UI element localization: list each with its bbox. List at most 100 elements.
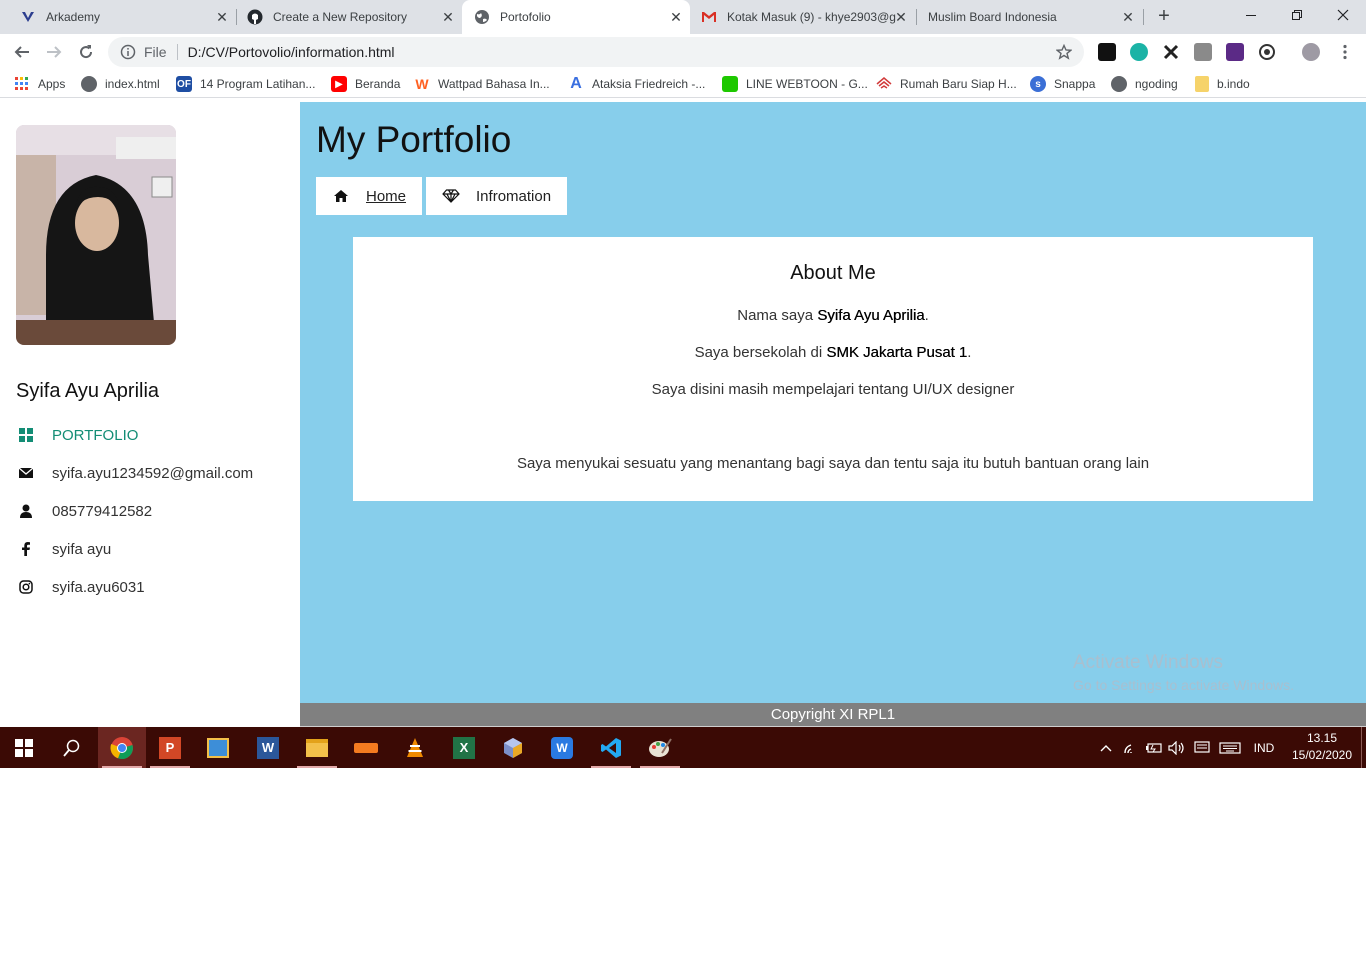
bookmark-folder-bindo[interactable]: b.indo xyxy=(1195,75,1250,93)
taskbar-vlc[interactable] xyxy=(391,727,439,768)
bookmark-index[interactable]: index.html xyxy=(81,75,160,93)
tab-muslim-board[interactable]: Muslim Board Indonesia ✕ xyxy=(917,0,1142,34)
home-icon xyxy=(332,187,350,205)
sidebar-item-email[interactable]: syifa.ayu1234592@gmail.com xyxy=(16,463,253,483)
tab-arkademy[interactable]: Arkademy ✕ xyxy=(8,0,236,34)
facebook-icon xyxy=(16,539,36,559)
bookmark-ngoding[interactable]: ngoding xyxy=(1111,75,1178,93)
wattpad-icon: W xyxy=(415,76,429,92)
show-desktop-button[interactable] xyxy=(1361,727,1366,768)
minimize-button[interactable] xyxy=(1228,0,1274,30)
forward-button[interactable] xyxy=(42,40,66,64)
tab-github[interactable]: Create a New Repository ✕ xyxy=(237,0,462,34)
close-tab-icon[interactable]: ✕ xyxy=(1120,9,1136,25)
nav-home-button[interactable]: Home xyxy=(316,177,423,215)
system-clock[interactable]: 13.15 15/02/2020 xyxy=(1286,730,1358,764)
browser-toolbar: File D:/CV/Portovolio/information.html xyxy=(0,34,1366,70)
about-text: Saya bersekolah di xyxy=(694,344,827,361)
bookmark-label: ngoding xyxy=(1135,77,1178,91)
bookmark-icon: OF xyxy=(176,76,192,92)
bookmark-wattpad[interactable]: W Wattpad Bahasa In... xyxy=(414,75,549,93)
url-text[interactable]: D:/CV/Portovolio/information.html xyxy=(188,44,395,60)
taskbar-excel[interactable]: X xyxy=(440,727,488,768)
sidebar-item-instagram[interactable]: syifa.ayu6031 xyxy=(16,577,145,597)
bookmark-apps[interactable]: Apps xyxy=(14,75,65,93)
m-extension-icon[interactable] xyxy=(1130,43,1148,61)
close-tab-icon[interactable]: ✕ xyxy=(440,9,456,25)
taskbar-vscode[interactable] xyxy=(587,727,635,768)
bookmark-snappa[interactable]: s Snappa xyxy=(1030,75,1095,93)
m-gray-extension-icon[interactable] xyxy=(1194,43,1212,61)
x-extension-icon[interactable] xyxy=(1162,43,1180,61)
sidebar-item-label: PORTFOLIO xyxy=(52,426,139,444)
bookmark-program-latihan[interactable]: OF 14 Program Latihan... xyxy=(176,75,315,93)
taskbar-word[interactable]: W xyxy=(244,727,292,768)
profile-name: Syifa Ayu Aprilia xyxy=(16,380,160,402)
sidebar-item-portfolio[interactable]: PORTFOLIO xyxy=(16,425,138,445)
close-tab-icon[interactable]: ✕ xyxy=(668,9,684,25)
address-bar[interactable]: File D:/CV/Portovolio/information.html xyxy=(108,37,1084,67)
about-line-name: Nama saya Syifa Ayu Aprilia. xyxy=(353,307,1313,324)
battery-icon[interactable] xyxy=(1145,739,1163,757)
tab-divider xyxy=(1143,9,1144,25)
globe-icon xyxy=(474,9,490,25)
paint-palette-icon xyxy=(649,737,672,757)
taskbar-video[interactable] xyxy=(194,727,242,768)
taskbar-powerpoint[interactable]: P xyxy=(146,727,194,768)
mobirise-icon xyxy=(354,742,378,753)
close-window-button[interactable] xyxy=(1320,0,1366,30)
sidebar-item-facebook[interactable]: syifa ayu xyxy=(16,539,111,559)
sidebar-item-phone[interactable]: 085779412582 xyxy=(16,501,152,521)
back-button[interactable] xyxy=(10,40,34,64)
nav-home-label[interactable]: Home xyxy=(366,188,406,205)
input-language[interactable]: IND xyxy=(1250,739,1278,757)
nav-information-label: Infromation xyxy=(476,187,552,205)
search-button[interactable] xyxy=(48,727,96,768)
reload-button[interactable] xyxy=(74,40,98,64)
show-hidden-icons-button[interactable] xyxy=(1098,739,1114,757)
pencil-extension-icon[interactable] xyxy=(1226,43,1244,61)
action-center-icon[interactable] xyxy=(1193,739,1211,757)
bookmark-label: Snappa xyxy=(1054,77,1096,91)
clock-date: 15/02/2020 xyxy=(1291,748,1353,762)
nav-information-button[interactable]: Infromation xyxy=(426,177,568,215)
about-line-hobby: Saya menyukai sesuatu yang menantang bag… xyxy=(516,455,1150,472)
restore-button[interactable] xyxy=(1274,0,1320,30)
link-extension-icon[interactable] xyxy=(1258,43,1276,61)
bookmark-rumah-baru[interactable]: Rumah Baru Siap H... xyxy=(876,75,1017,93)
clock-time: 13.15 xyxy=(1306,731,1338,745)
volume-icon[interactable] xyxy=(1168,739,1186,757)
keyboard-icon[interactable] xyxy=(1218,739,1242,757)
taskbar-virtualbox[interactable] xyxy=(489,727,537,768)
reload-icon xyxy=(80,45,93,59)
menu-kebab-icon[interactable] xyxy=(1336,43,1354,61)
taskbar-chrome[interactable] xyxy=(98,727,146,768)
bookmark-ataksia[interactable]: A Ataksia Friedreich -... xyxy=(568,75,705,93)
envelope-icon xyxy=(16,463,36,483)
bookmark-label: Beranda xyxy=(355,77,401,91)
bookmark-label: 14 Program Latihan... xyxy=(200,77,316,91)
taskbar-file-explorer[interactable] xyxy=(293,727,341,768)
sidebar-item-label: syifa.ayu1234592@gmail.com xyxy=(52,464,254,482)
wifi-icon[interactable] xyxy=(1122,739,1140,757)
excel-icon: X xyxy=(453,736,475,759)
start-button[interactable] xyxy=(0,727,48,768)
taskbar-mobirise[interactable] xyxy=(342,727,390,768)
bookmark-webtoon[interactable]: LINE WEBTOON - G... xyxy=(722,75,868,93)
taskbar-paint[interactable] xyxy=(636,727,684,768)
trello-extension-icon[interactable] xyxy=(1098,43,1116,61)
about-text: Nama saya xyxy=(737,307,818,324)
tab-portofolio[interactable]: Portofolio ✕ xyxy=(462,0,690,34)
new-tab-button[interactable]: + xyxy=(1152,5,1176,29)
taskbar-wps[interactable]: W xyxy=(538,727,586,768)
close-tab-icon[interactable]: ✕ xyxy=(893,9,909,25)
back-arrow-icon xyxy=(14,46,29,58)
word-icon: W xyxy=(257,736,279,759)
tab-title: Kotak Masuk (9) - khye2903@g xyxy=(727,10,896,24)
bookmark-star-icon[interactable] xyxy=(1056,44,1072,60)
bookmark-beranda[interactable]: ▶ Beranda xyxy=(331,75,400,93)
tab-gmail[interactable]: Kotak Masuk (9) - khye2903@g ✕ xyxy=(691,0,915,34)
profile-avatar[interactable] xyxy=(1302,43,1320,61)
about-line-learning: Saya disini masih mempelajari tentang UI… xyxy=(651,381,1015,398)
close-tab-icon[interactable]: ✕ xyxy=(214,9,230,25)
